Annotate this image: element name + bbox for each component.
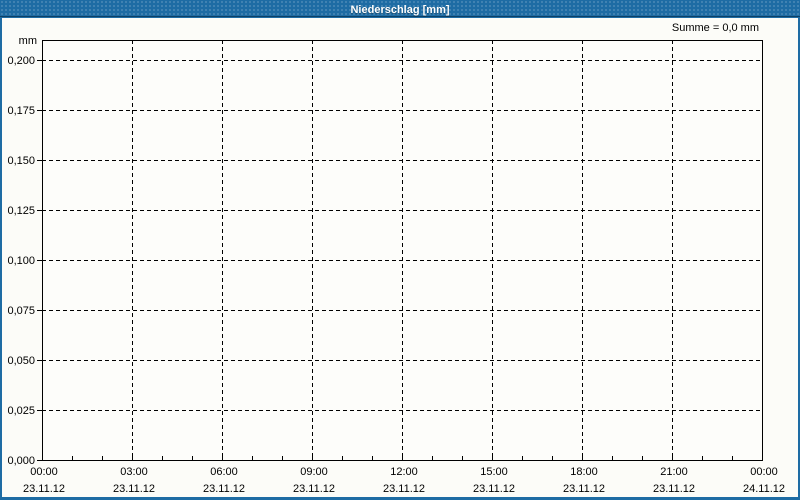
y-tick-label: 0,175 <box>7 105 35 117</box>
x-tick-time-label: 00:00 <box>750 466 778 478</box>
x-tick-time-label: 21:00 <box>660 466 688 478</box>
y-tick-label: 0,200 <box>7 55 35 67</box>
x-tick-date-label: 23.11.12 <box>113 483 155 495</box>
y-tick-label: 0,050 <box>7 355 35 367</box>
precipitation-chart-plot: 0,0000,0250,0500,0750,1000,1250,1500,175… <box>7 40 785 495</box>
x-tick-time-label: 12:00 <box>390 466 418 478</box>
y-tick-label: 0,100 <box>7 255 35 267</box>
y-tick-label: 0,125 <box>7 205 35 217</box>
y-tick-label: 0,150 <box>7 155 35 167</box>
x-tick-date-label: 23.11.12 <box>23 483 65 495</box>
x-tick-time-label: 15:00 <box>480 466 508 478</box>
chart-title: Niederschlag [mm] <box>350 4 450 16</box>
x-tick-time-label: 18:00 <box>570 466 598 478</box>
x-tick-date-label: 23.11.12 <box>293 483 335 495</box>
y-tick-label: 0,075 <box>7 305 35 317</box>
chart-window: Niederschlag [mm] mm Summe = 0,0 mm 0,00… <box>0 0 800 500</box>
x-tick-date-label: 23.11.12 <box>473 483 515 495</box>
x-tick-date-label: 24.11.12 <box>743 483 785 495</box>
titlebar[interactable]: Niederschlag [mm] <box>0 0 800 17</box>
x-tick-time-label: 09:00 <box>300 466 328 478</box>
x-tick-date-label: 23.11.12 <box>203 483 245 495</box>
x-tick-time-label: 06:00 <box>210 466 238 478</box>
x-tick-date-label: 23.11.12 <box>563 483 605 495</box>
x-tick-time-label: 00:00 <box>30 466 58 478</box>
y-tick-label: 0,025 <box>7 405 35 417</box>
chart-content: mm Summe = 0,0 mm 0,000 0,025 0,050 0,075 0,… <box>2 18 798 497</box>
x-tick-time-label: 03:00 <box>120 466 148 478</box>
x-tick-date-label: 23.11.12 <box>383 483 425 495</box>
x-tick-date-label: 23.11.12 <box>653 483 695 495</box>
